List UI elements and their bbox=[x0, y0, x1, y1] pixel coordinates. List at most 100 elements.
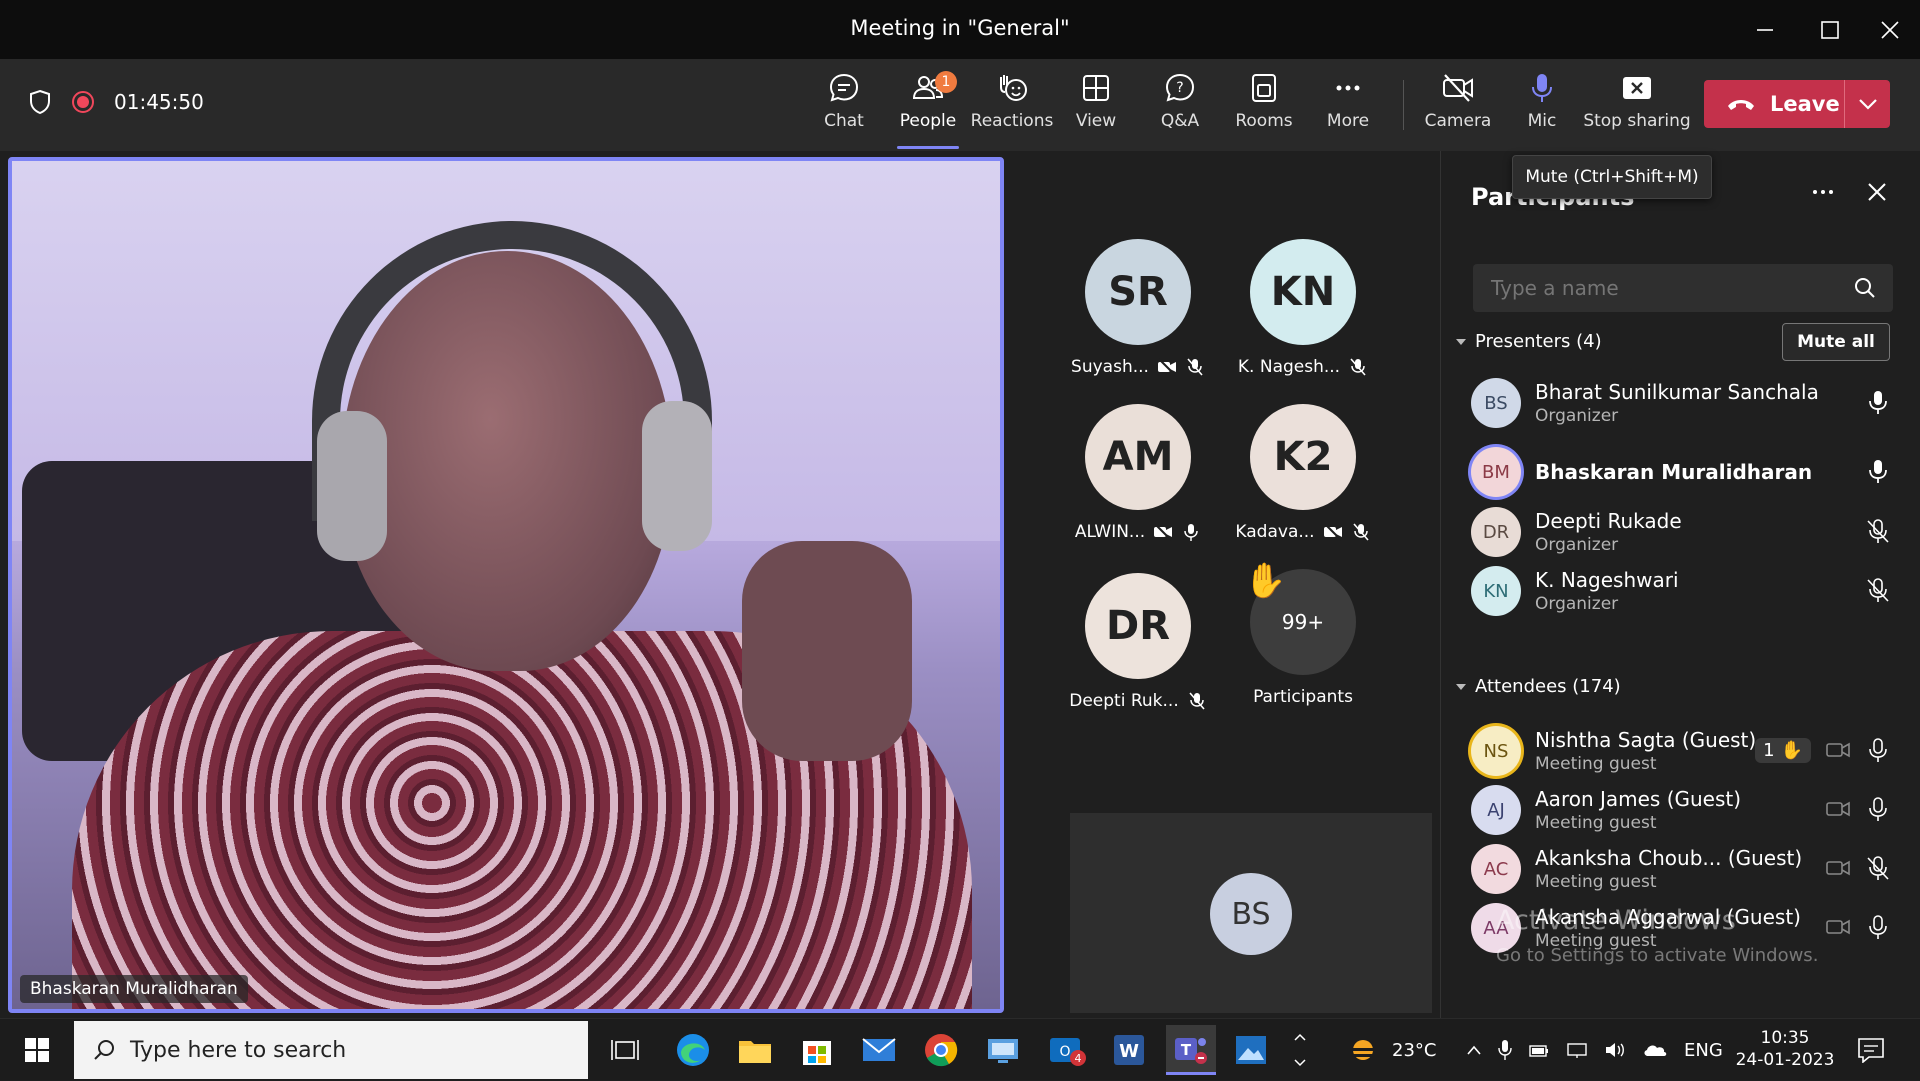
mute-all-button[interactable]: Mute all bbox=[1782, 323, 1890, 361]
tile-name: ALWIN... bbox=[1074, 522, 1146, 542]
start-button[interactable] bbox=[16, 1029, 58, 1071]
teams-meeting-window: Meeting in "General" 01:45:50 Chat 1 Peo… bbox=[0, 0, 1920, 1080]
video-headphone-left bbox=[317, 411, 387, 561]
raised-hand-icon: ✋ bbox=[1244, 561, 1287, 601]
windows-logo-icon bbox=[25, 1038, 49, 1062]
mail-app[interactable] bbox=[858, 1029, 900, 1071]
edge-app[interactable] bbox=[672, 1029, 714, 1071]
mic-icon[interactable] bbox=[1865, 458, 1891, 484]
qa-button[interactable]: ? Q&A bbox=[1135, 71, 1225, 143]
participant-row[interactable]: BM Bhaskaran Muralidharan bbox=[1471, 442, 1891, 502]
participant-search[interactable] bbox=[1473, 264, 1893, 312]
close-window-button[interactable] bbox=[1865, 8, 1915, 52]
raised-hand-badge: 1 ✋ bbox=[1755, 737, 1811, 763]
video-headphone-right bbox=[642, 401, 712, 551]
camera-off-icon bbox=[1826, 742, 1850, 758]
store-app[interactable] bbox=[796, 1029, 838, 1071]
participant-row[interactable]: KN K. Nageshwari Organizer bbox=[1471, 561, 1891, 621]
mic-off-icon[interactable] bbox=[1865, 914, 1891, 940]
minimize-icon bbox=[1757, 29, 1773, 31]
leave-button[interactable]: Leave bbox=[1704, 80, 1890, 128]
search-icon bbox=[94, 1040, 114, 1060]
people-badge: 1 bbox=[935, 71, 957, 93]
onedrive-icon[interactable] bbox=[1642, 1042, 1668, 1058]
mic-off-icon[interactable] bbox=[1865, 737, 1891, 763]
chrome-app[interactable] bbox=[920, 1029, 962, 1071]
participant-search-input[interactable] bbox=[1491, 276, 1831, 300]
close-panel-icon[interactable] bbox=[1864, 179, 1890, 205]
taskbar-clock[interactable]: 10:35 24-01-2023 bbox=[1730, 1027, 1840, 1071]
participant-row[interactable]: NS Nishtha Sagta (Guest) Meeting guest 1… bbox=[1471, 721, 1891, 781]
screen-share-tile[interactable]: BS bbox=[1070, 813, 1432, 1013]
notifications-button[interactable] bbox=[1850, 1029, 1892, 1071]
chevron-up-icon[interactable] bbox=[1466, 1044, 1482, 1056]
reactions-label: Reactions bbox=[970, 111, 1054, 131]
avatar: KN bbox=[1250, 239, 1356, 345]
shield-icon[interactable] bbox=[28, 89, 52, 115]
remote-desktop-app[interactable] bbox=[982, 1029, 1024, 1071]
rooms-button[interactable]: Rooms bbox=[1219, 71, 1309, 143]
main-video[interactable]: Bhaskaran Muralidharan bbox=[8, 157, 1004, 1013]
stop-sharing-button[interactable]: Stop sharing bbox=[1583, 71, 1691, 143]
participant-row[interactable]: DR Deepti Rukade Organizer bbox=[1471, 502, 1891, 562]
mic-off-icon[interactable] bbox=[1865, 855, 1891, 881]
network-icon[interactable] bbox=[1566, 1041, 1588, 1059]
task-view-button[interactable] bbox=[604, 1029, 646, 1071]
camera-button[interactable]: Camera bbox=[1413, 71, 1503, 143]
presenters-section-header[interactable]: Presenters (4) bbox=[1455, 331, 1602, 352]
participant-role: Meeting guest bbox=[1535, 754, 1657, 774]
chrome-icon bbox=[925, 1034, 958, 1067]
taskbar-overflow[interactable] bbox=[1288, 1029, 1312, 1071]
mic-button[interactable]: Mic bbox=[1497, 71, 1587, 143]
language-indicator[interactable]: ENG bbox=[1684, 1040, 1723, 1061]
photos-app[interactable] bbox=[1230, 1029, 1272, 1071]
leave-main[interactable]: Leave bbox=[1704, 92, 1844, 116]
participant-tile[interactable]: AM ALWIN... bbox=[1063, 404, 1213, 542]
maximize-button[interactable] bbox=[1805, 8, 1855, 52]
camera-off-icon bbox=[1443, 74, 1473, 102]
more-button[interactable]: More bbox=[1303, 71, 1393, 143]
mic-icon[interactable] bbox=[1865, 389, 1891, 415]
weather-widget[interactable]: 23°C bbox=[1344, 1019, 1436, 1081]
battery-icon[interactable] bbox=[1528, 1041, 1550, 1059]
search-icon[interactable] bbox=[1853, 276, 1877, 300]
meeting-stage: Bhaskaran Muralidharan SR Suyash... KN K… bbox=[0, 151, 1440, 1018]
participant-role: Organizer bbox=[1535, 535, 1619, 555]
meeting-toolbar: 01:45:50 Chat 1 People Reactions View ? … bbox=[0, 59, 1920, 151]
mic-off-icon[interactable] bbox=[1865, 577, 1891, 603]
chevron-up-down-icon bbox=[1294, 1033, 1306, 1067]
attendees-section-header[interactable]: Attendees (174) bbox=[1455, 676, 1621, 697]
outlook-app[interactable]: O4 bbox=[1046, 1029, 1088, 1071]
avatar: AC bbox=[1471, 844, 1521, 894]
volume-icon[interactable] bbox=[1604, 1041, 1626, 1059]
participant-row[interactable]: BS Bharat Sunilkumar Sanchala Organizer bbox=[1471, 373, 1891, 433]
view-button[interactable]: View bbox=[1051, 71, 1141, 143]
teams-app[interactable]: T bbox=[1166, 1025, 1216, 1075]
participant-tile[interactable]: KN K. Nagesh... bbox=[1228, 239, 1378, 377]
participant-role: Meeting guest bbox=[1535, 813, 1657, 833]
tile-name: K. Nagesh... bbox=[1237, 357, 1341, 377]
microphone-tray-icon[interactable] bbox=[1498, 1039, 1512, 1061]
task-view-icon bbox=[611, 1040, 639, 1060]
mic-off-icon[interactable] bbox=[1865, 518, 1891, 544]
participant-tile[interactable]: DR Deepti Ruk... bbox=[1063, 573, 1213, 711]
word-app[interactable]: W bbox=[1108, 1029, 1150, 1071]
participant-name: Bharat Sunilkumar Sanchala bbox=[1535, 380, 1819, 404]
caret-down-icon bbox=[1456, 338, 1466, 345]
chat-label: Chat bbox=[824, 111, 864, 131]
participant-tile[interactable]: K2 Kadava... bbox=[1228, 404, 1378, 542]
participant-tile[interactable]: SR Suyash... bbox=[1063, 239, 1213, 377]
mic-off-icon[interactable] bbox=[1865, 796, 1891, 822]
taskbar-search[interactable]: Type here to search bbox=[74, 1021, 588, 1079]
people-button[interactable]: 1 People bbox=[883, 71, 973, 149]
participant-row[interactable]: AJ Aaron James (Guest) Meeting guest bbox=[1471, 780, 1891, 840]
chat-button[interactable]: Chat bbox=[799, 71, 889, 143]
participant-row[interactable]: AC Akanksha Choub... (Guest) Meeting gue… bbox=[1471, 839, 1891, 899]
file-explorer-app[interactable] bbox=[734, 1029, 776, 1071]
recording-icon bbox=[72, 91, 94, 113]
leave-options-button[interactable] bbox=[1844, 80, 1890, 128]
minimize-button[interactable] bbox=[1740, 8, 1790, 52]
more-participants-tile[interactable]: 99+ ✋ Participants bbox=[1228, 561, 1378, 707]
more-options-icon[interactable] bbox=[1810, 179, 1836, 205]
reactions-button[interactable]: Reactions bbox=[967, 71, 1057, 143]
